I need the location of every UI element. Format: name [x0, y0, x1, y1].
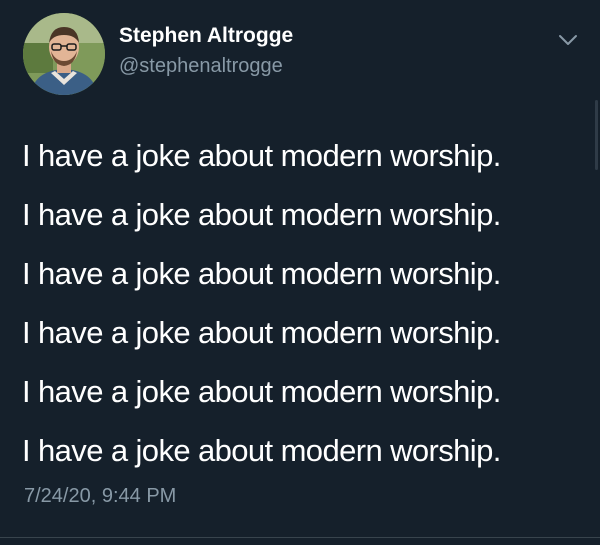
tweet-text-line: I have a joke about modern worship.: [22, 197, 501, 232]
author-handle[interactable]: @stephenaltrogge: [119, 55, 283, 78]
scrollbar[interactable]: [595, 100, 598, 170]
tweet-text-line: I have a joke about modern worship.: [22, 315, 501, 350]
divider: [0, 537, 600, 538]
tweet-text-line: I have a joke about modern worship.: [22, 256, 501, 291]
tweet-text-line: I have a joke about modern worship.: [22, 138, 501, 173]
avatar[interactable]: [23, 13, 105, 95]
tweet-text: I have a joke about modern worship. I ha…: [22, 126, 582, 480]
author-display-name[interactable]: Stephen Altrogge: [119, 24, 293, 48]
chevron-down-icon[interactable]: [556, 30, 580, 50]
tweet-text-line: I have a joke about modern worship.: [22, 433, 501, 468]
tweet-timestamp[interactable]: 7/24/20, 9:44 PM: [24, 485, 176, 508]
tweet-text-line: I have a joke about modern worship.: [22, 374, 501, 409]
tweet-card: Stephen Altrogge @stephenaltrogge I have…: [0, 0, 600, 545]
avatar-image: [23, 13, 105, 95]
